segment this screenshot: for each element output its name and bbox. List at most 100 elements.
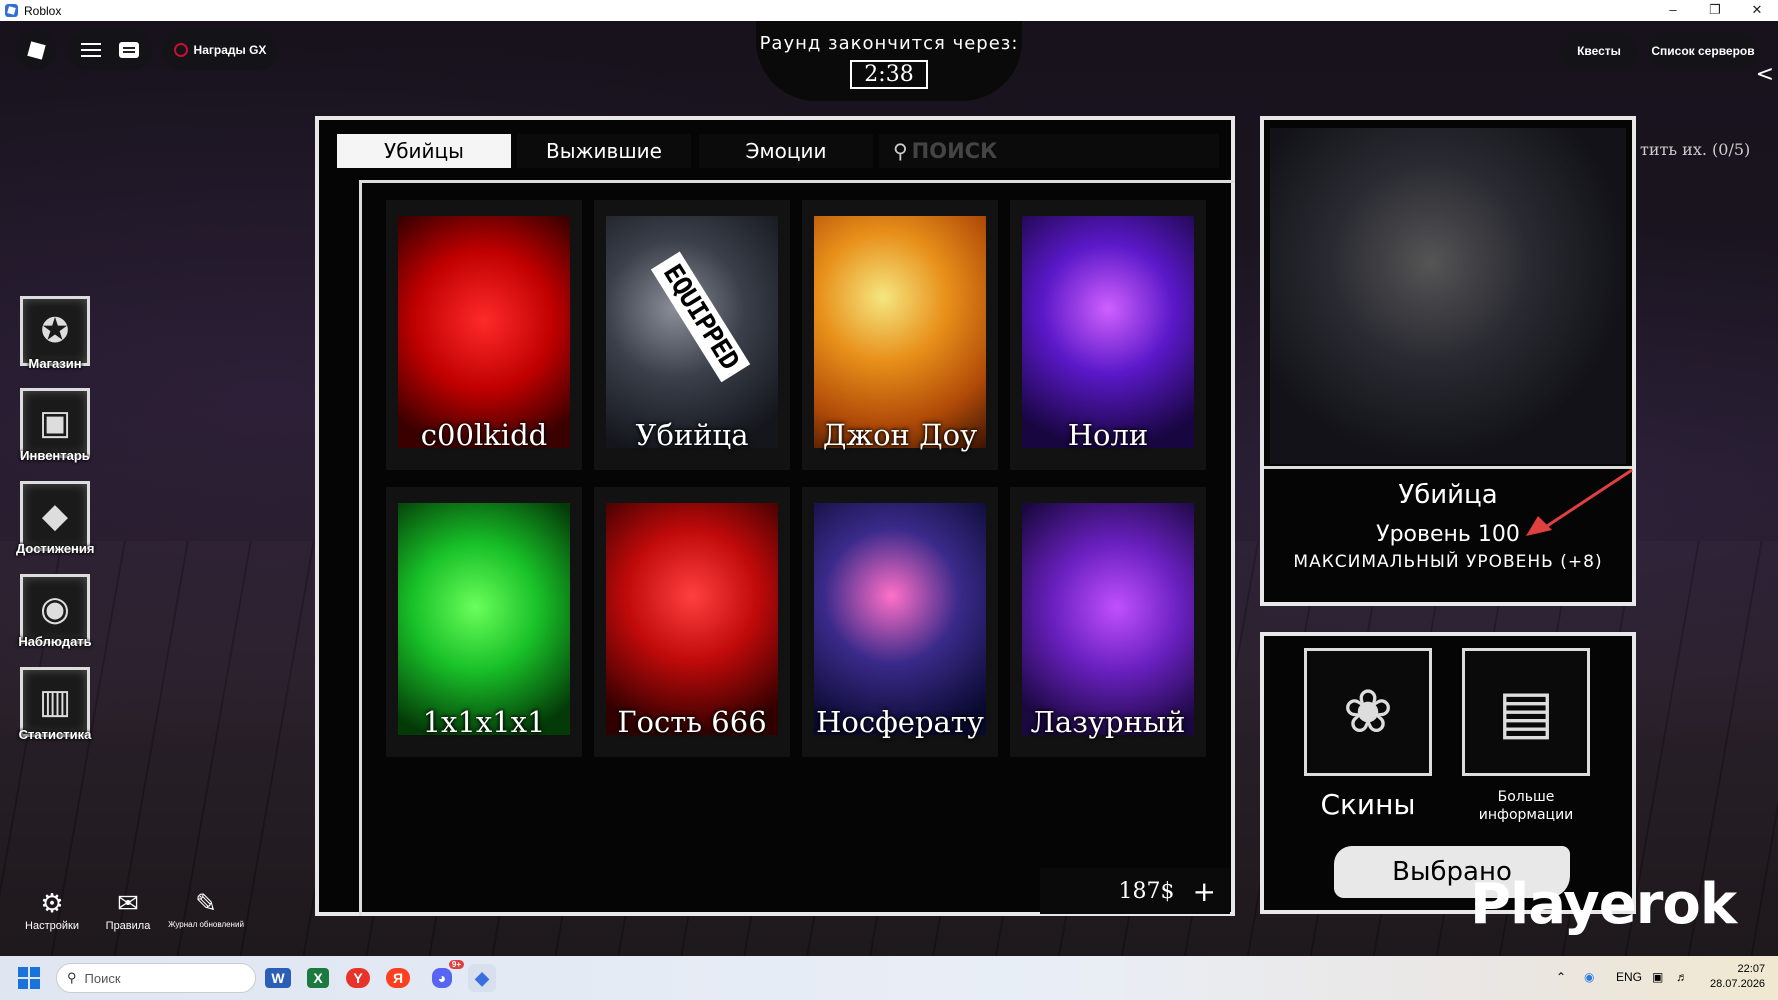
playerok-watermark: Playerok: [1470, 872, 1737, 937]
settings-label: Настройки: [25, 920, 79, 932]
tab-survivors[interactable]: Выжившие: [517, 134, 691, 168]
gear-icon: ⚙: [40, 888, 64, 918]
changelog-label: Журнал обновлений: [168, 920, 244, 929]
more-info-button[interactable]: ▤: [1462, 648, 1590, 776]
side-menu-inventory[interactable]: ▣ Инвентарь: [16, 388, 94, 463]
skins-button[interactable]: ❀: [1304, 648, 1432, 776]
excel-icon[interactable]: X: [304, 964, 332, 992]
minimize-button[interactable]: –: [1652, 0, 1694, 21]
side-menu-spectate[interactable]: ◉ Наблюдать: [16, 574, 94, 649]
character-name: Гость 666: [617, 705, 767, 739]
character-name: Убийца: [635, 418, 749, 452]
search-icon: ⚲: [893, 139, 908, 163]
security-shield-icon[interactable]: ◉: [1584, 970, 1594, 984]
money-display: 187$ +: [1040, 868, 1230, 914]
taskbar-search[interactable]: ⚲ Поиск: [56, 963, 256, 993]
chat-icon[interactable]: [119, 42, 139, 58]
round-timer-label: Раунд закончится через:: [759, 33, 1019, 54]
more-info-label: Больше информации: [1478, 789, 1574, 823]
character-card-c00lkidd[interactable]: c00lkidd: [386, 200, 582, 470]
character-name: Ноли: [1067, 418, 1149, 452]
character-card-noli[interactable]: Ноли: [1010, 200, 1206, 470]
search-input[interactable]: [911, 139, 1192, 163]
info-device-icon: ▤: [1497, 677, 1555, 747]
network-icon[interactable]: ▣: [1652, 970, 1663, 984]
search-icon: ⚲: [67, 970, 77, 985]
changelog-icon: ✎: [195, 888, 217, 918]
gx-icon: [173, 43, 188, 57]
quests-button[interactable]: Квесты: [1560, 32, 1638, 70]
character-card-guest-666[interactable]: Гость 666: [594, 487, 790, 757]
character-portrait: [398, 503, 570, 735]
taskbar-clock[interactable]: 22:07 28.07.2026: [1710, 962, 1765, 992]
gx-rewards-label: Награды GX: [193, 43, 267, 57]
character-portrait: [398, 216, 570, 448]
yandex-browser-icon[interactable]: Y: [344, 964, 372, 992]
side-menu-shop[interactable]: ✪ Магазин: [16, 296, 94, 371]
character-card-1x1x1x1[interactable]: 1x1x1x1: [386, 487, 582, 757]
character-search[interactable]: ⚲: [879, 134, 1219, 168]
character-card-john-doe[interactable]: Джон Доу: [802, 200, 998, 470]
annotation-arrow-icon: [1526, 468, 1633, 536]
side-menu-label: Достижения: [16, 541, 95, 556]
server-list-button[interactable]: Список серверов: [1648, 32, 1758, 70]
language-indicator[interactable]: ENG: [1616, 970, 1642, 984]
character-portrait: [1022, 503, 1194, 735]
side-menu-label: Инвентарь: [20, 448, 90, 463]
side-menu-achievements[interactable]: ◆ Достижения: [16, 481, 94, 556]
clock-date: 28.07.2026: [1710, 978, 1766, 990]
roblox-icon[interactable]: ◆: [468, 964, 496, 992]
changelog-button[interactable]: ✎ Журнал обновлений: [164, 888, 248, 929]
round-timer: Раунд закончится через: 2:38: [756, 21, 1022, 101]
skins-label: Скины: [1320, 788, 1416, 821]
character-name: Лазурный: [1030, 705, 1186, 739]
close-button[interactable]: ✕: [1736, 0, 1778, 21]
character-card-nosferatu[interactable]: Носферату: [802, 487, 998, 757]
side-menu-label: Магазин: [28, 356, 82, 371]
quest-hint-text: тить их. (0/5): [1640, 140, 1751, 159]
character-card-killer[interactable]: EQUIPPED Убийца: [594, 200, 790, 470]
volume-icon[interactable]: ♬: [1676, 970, 1688, 984]
rules-scroll-icon: ✉: [117, 888, 139, 918]
start-button[interactable]: [18, 967, 40, 989]
rules-label: Правила: [105, 920, 151, 932]
gx-rewards-button[interactable]: Награды GX: [162, 30, 278, 70]
character-name: Джон Доу: [822, 418, 978, 452]
roblox-menu-logo-button[interactable]: [16, 30, 56, 70]
settings-button[interactable]: ⚙ Настройки: [20, 888, 84, 932]
side-menu-stats[interactable]: ▥ Статистика: [16, 667, 94, 742]
collapse-panel-arrow-icon[interactable]: <: [1756, 62, 1774, 87]
window-title: Roblox: [24, 3, 62, 18]
character-portrait: [814, 503, 986, 735]
tab-emotes[interactable]: Эмоции: [699, 134, 873, 168]
character-name: c00lkidd: [420, 418, 548, 452]
roblox-quick-menu: [68, 30, 152, 70]
character-card-azure[interactable]: Лазурный: [1010, 487, 1206, 757]
side-menu-label: Статистика: [18, 727, 92, 742]
round-timer-value: 2:38: [850, 60, 928, 89]
clock-time: 22:07: [1737, 963, 1766, 975]
side-menu-label: Наблюдать: [18, 634, 92, 649]
add-money-button[interactable]: +: [1193, 875, 1216, 908]
yandex-icon[interactable]: Я: [384, 964, 412, 992]
roblox-app-icon: [5, 4, 18, 17]
word-icon[interactable]: W: [264, 964, 292, 992]
character-portrait: [814, 216, 986, 448]
skins-icon: ❀: [1342, 677, 1394, 747]
selected-character-max-level: МАКСИМАЛЬНЫЙ УРОВЕНЬ (+8): [1293, 552, 1603, 572]
maximize-button[interactable]: ❐: [1694, 0, 1736, 21]
windows-taskbar: ⚲ Поиск W X Y Я ◕ 9+ ◆ ⌃ ◉ ENG ▣ ♬ 22:07…: [0, 956, 1778, 1000]
taskbar-search-placeholder: Поиск: [84, 970, 121, 986]
window-titlebar: Roblox – ❐ ✕: [0, 0, 1778, 21]
character-name: 1x1x1x1: [422, 705, 546, 739]
character-portrait: [1022, 216, 1194, 448]
tray-overflow-chevron-icon[interactable]: ⌃: [1556, 970, 1566, 984]
selected-character-portrait: [1270, 128, 1626, 464]
character-portrait: [606, 503, 778, 735]
hamburger-menu-icon[interactable]: [81, 43, 101, 57]
money-amount: 187$: [1118, 878, 1175, 904]
rules-button[interactable]: ✉ Правила: [96, 888, 160, 932]
tab-killers[interactable]: Убийцы: [337, 134, 511, 168]
discord-icon[interactable]: ◕ 9+: [428, 960, 464, 992]
discord-notification-badge: 9+: [448, 960, 464, 969]
